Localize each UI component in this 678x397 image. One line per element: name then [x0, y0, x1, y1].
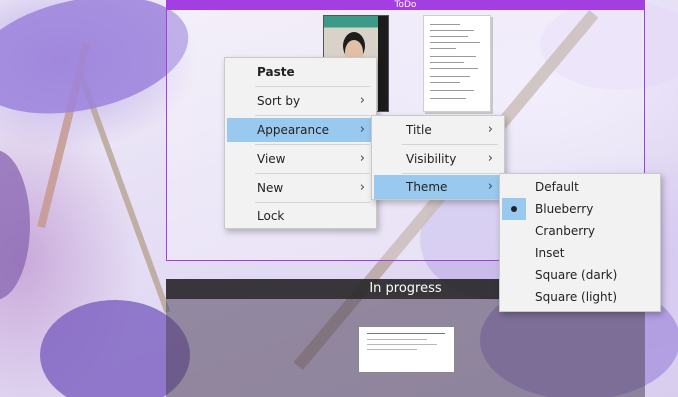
chevron-right-icon: ›	[359, 151, 365, 166]
menu-item-label: Default	[535, 180, 579, 194]
menu-separator	[255, 115, 370, 116]
menu-separator	[402, 173, 498, 174]
doc-line	[430, 98, 466, 99]
menu-separator	[402, 144, 498, 145]
screen-line	[367, 333, 445, 334]
doc-line	[430, 62, 464, 63]
menu-separator	[255, 144, 370, 145]
chevron-right-icon: ›	[487, 151, 493, 166]
doc-line	[430, 76, 470, 77]
menu-item-label: Title	[406, 123, 432, 137]
doc-line	[430, 90, 474, 91]
screen-line	[367, 349, 417, 350]
doc-line	[430, 82, 460, 83]
doc-line	[430, 24, 460, 25]
theme-option-inset[interactable]: Inset	[502, 242, 658, 264]
menu-item-label: Square (dark)	[535, 268, 618, 282]
menu-item-label: Visibility	[406, 152, 457, 166]
chevron-right-icon: ›	[359, 93, 365, 108]
doc-line	[430, 36, 468, 37]
menu-item-label: Inset	[535, 246, 565, 260]
submenu-item-visibility[interactable]: Visibility ›	[374, 147, 502, 171]
submenu-item-theme[interactable]: Theme ›	[374, 175, 502, 199]
menu-item-label: Blueberry	[535, 202, 594, 216]
chevron-right-icon: ›	[487, 122, 493, 137]
chevron-right-icon: ›	[359, 122, 365, 137]
theme-submenu: Default Blueberry Cranberry Inset Square…	[499, 173, 661, 312]
menu-item-paste[interactable]: Paste	[227, 60, 374, 84]
document-window-thumbnail[interactable]	[423, 15, 491, 112]
menu-separator	[255, 202, 370, 203]
screen-line	[367, 344, 437, 345]
doc-line	[430, 48, 456, 49]
theme-option-blueberry[interactable]: Blueberry	[502, 198, 658, 220]
browser-window-thumbnail[interactable]	[358, 326, 455, 373]
appearance-submenu: Title › Visibility › Theme ›	[371, 115, 505, 200]
thumbnail-sidebar	[378, 16, 388, 111]
menu-item-label: Cranberry	[535, 224, 596, 238]
menu-item-label: Sort by	[257, 94, 301, 108]
wallpaper-petal	[0, 150, 30, 300]
todo-panel-title: ToDo	[167, 0, 644, 10]
menu-item-lock[interactable]: Lock	[227, 204, 374, 228]
menu-item-new[interactable]: New ›	[227, 176, 374, 200]
theme-option-cranberry[interactable]: Cranberry	[502, 220, 658, 242]
menu-item-label: Lock	[257, 209, 285, 223]
chevron-right-icon: ›	[487, 179, 493, 194]
menu-item-label: Appearance	[257, 123, 330, 137]
menu-item-label: Theme	[406, 180, 448, 194]
menu-item-label: Paste	[257, 65, 295, 79]
doc-line	[430, 42, 480, 43]
menu-item-label: Square (light)	[535, 290, 618, 304]
menu-separator	[255, 173, 370, 174]
doc-line	[430, 30, 474, 31]
doc-line	[430, 68, 478, 69]
theme-option-default[interactable]: Default	[502, 176, 658, 198]
menu-item-label: New	[257, 181, 284, 195]
submenu-item-title[interactable]: Title ›	[374, 118, 502, 142]
menu-item-sort-by[interactable]: Sort by ›	[227, 89, 374, 113]
theme-option-square-light[interactable]: Square (light)	[502, 286, 658, 308]
chevron-right-icon: ›	[359, 180, 365, 195]
doc-line	[430, 56, 476, 57]
context-menu: Paste Sort by › Appearance › View › New …	[224, 57, 377, 229]
screen-line	[367, 339, 427, 340]
menu-item-label: View	[257, 152, 286, 166]
menu-item-appearance[interactable]: Appearance ›	[227, 118, 374, 142]
theme-option-square-dark[interactable]: Square (dark)	[502, 264, 658, 286]
menu-item-view[interactable]: View ›	[227, 147, 374, 171]
menu-separator	[255, 86, 370, 87]
